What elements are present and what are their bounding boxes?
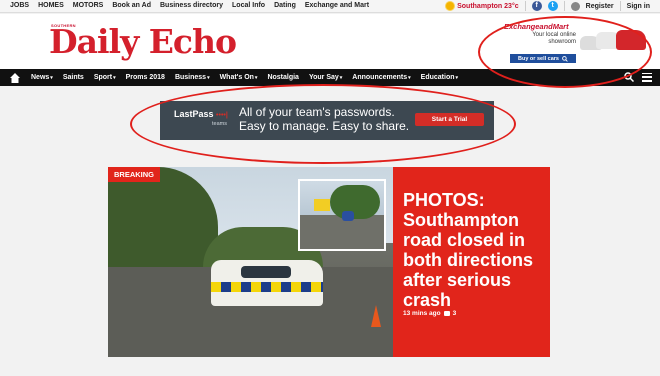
divider [619, 1, 621, 11]
utility-link-exchange-mart[interactable]: Exchange and Mart [305, 2, 369, 9]
comment-count[interactable]: 3 [453, 310, 457, 317]
nav-item-label: Education [420, 74, 455, 81]
utility-bar: JOBS HOMES MOTORS Book an Ad Business di… [0, 0, 660, 13]
nav-item-announcements[interactable]: Announcements▾ [352, 74, 410, 81]
utility-link-local-info[interactable]: Local Info [232, 2, 265, 9]
sun-icon [446, 2, 455, 10]
story-meta: 13 mins ago 3 [403, 310, 456, 317]
divider [524, 1, 526, 11]
site-logo[interactable]: Daily Echo [49, 22, 237, 62]
nav-item-label: Announcements [352, 74, 408, 81]
nav-item-label: What's On [219, 74, 254, 81]
nav-item-label: Your Say [308, 74, 339, 81]
traffic-cone-image [371, 305, 381, 327]
chevron-down-icon: ▾ [254, 75, 258, 81]
breaking-badge: BREAKING [108, 167, 161, 182]
nav-item-your-say[interactable]: Your Say▾ [309, 74, 342, 81]
car-window [241, 266, 291, 278]
van-image-part [314, 199, 330, 211]
utility-link-motors[interactable]: MOTORS [73, 2, 104, 9]
chevron-down-icon: ▾ [339, 75, 343, 81]
nav-item-what-s-on[interactable]: What's On▾ [220, 74, 258, 81]
nav-item-label: Saints [62, 74, 84, 81]
weather-text: Southampton 23°c [457, 2, 519, 10]
divider [563, 1, 565, 11]
annotation-circle [478, 16, 652, 88]
home-icon[interactable] [10, 72, 20, 83]
nav-item-label: Business [174, 74, 207, 81]
comment-icon[interactable] [443, 311, 450, 316]
nav-item-label: Nostalgia [267, 74, 299, 81]
chevron-down-icon: ▾ [113, 75, 116, 81]
utility-links: JOBS HOMES MOTORS Book an Ad Business di… [10, 2, 369, 9]
facebook-icon[interactable]: f [531, 1, 542, 11]
nav-item-business[interactable]: Business▾ [175, 74, 210, 81]
nav-item-education[interactable]: Education▾ [421, 74, 458, 81]
nav-item-nostalgia[interactable]: Nostalgia [267, 74, 299, 81]
weather-widget[interactable]: Southampton 23°c [446, 2, 519, 10]
nav-item-label: News [31, 74, 50, 81]
nav-items: News▾ Saints Sport▾ Proms 2018 Business▾ What… [31, 74, 458, 81]
story-headline[interactable]: PHOTOS: Southampton road closed in both … [403, 190, 543, 310]
annotation-circle [130, 84, 516, 164]
nav-item-label: Sport [93, 74, 113, 81]
nav-item-proms-2018[interactable]: Proms 2018 [126, 74, 165, 81]
user-icon [570, 1, 580, 11]
utility-link-business-directory[interactable]: Business directory [160, 2, 223, 9]
utility-link-dating[interactable]: Dating [274, 2, 296, 9]
register-link[interactable]: Register [586, 3, 614, 10]
menu-icon[interactable] [642, 72, 652, 82]
chevron-down-icon: ▾ [207, 75, 210, 81]
twitter-icon[interactable]: t [547, 1, 558, 11]
story-photo[interactable]: BREAKING [108, 167, 393, 357]
lead-story[interactable]: BREAKING PHOTOS: Southampton road closed… [108, 167, 550, 357]
signin-link[interactable]: Sign in [627, 3, 650, 10]
utility-link-homes[interactable]: HOMES [38, 2, 64, 9]
utility-right: Southampton 23°c f t Register Sign in [446, 1, 650, 11]
nav-item-saints[interactable]: Saints [63, 74, 84, 81]
bush-image-part [330, 185, 380, 219]
chevron-down-icon: ▾ [50, 75, 53, 81]
nav-item-sport[interactable]: Sport▾ [94, 74, 116, 81]
battenburg-stripe [211, 282, 323, 292]
inset-photo [298, 179, 386, 251]
nav-item-label: Proms 2018 [125, 74, 165, 81]
utility-link-book-ad[interactable]: Book an Ad [112, 2, 151, 9]
chevron-down-icon: ▾ [408, 75, 411, 81]
motorbike-image-part [342, 211, 354, 221]
police-car-image [211, 260, 323, 306]
story-time: 13 mins ago [403, 310, 441, 317]
chevron-down-icon: ▾ [455, 75, 459, 81]
utility-link-jobs[interactable]: JOBS [10, 2, 29, 9]
trees-image-part [108, 167, 218, 282]
nav-item-news[interactable]: News▾ [31, 74, 53, 81]
